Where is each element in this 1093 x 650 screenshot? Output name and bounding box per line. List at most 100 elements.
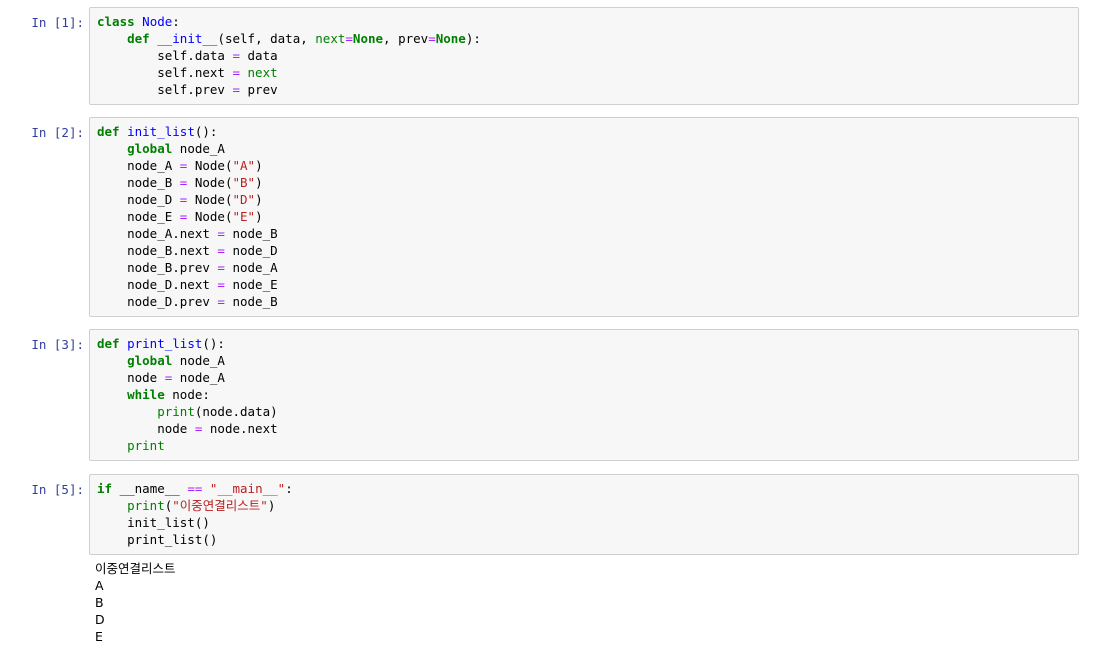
code-line: node_E = Node("E") xyxy=(97,208,1071,225)
code-line: def init_list(): xyxy=(97,123,1071,140)
code-token: node_E xyxy=(224,277,278,292)
code-token: Node xyxy=(142,14,173,29)
code-token: node_E xyxy=(97,209,180,224)
code-token: ) xyxy=(255,175,263,190)
code-token: = xyxy=(232,82,240,97)
code-token: : xyxy=(172,14,180,29)
code-editor[interactable]: if __name__ == "__main__": print("이중연결리스… xyxy=(89,474,1079,555)
code-token: = xyxy=(345,31,353,46)
code-line: def print_list(): xyxy=(97,335,1071,352)
code-token: next xyxy=(315,31,346,46)
code-token: node_A xyxy=(172,141,225,156)
code-token: node xyxy=(97,370,165,385)
code-token: Node( xyxy=(187,158,233,173)
input-prompt: In [3]: xyxy=(31,337,84,352)
input-prompt: In [1]: xyxy=(31,15,84,30)
code-token: Node( xyxy=(187,192,233,207)
code-line: node_B.next = node_D xyxy=(97,242,1071,259)
code-token: ) xyxy=(255,158,263,173)
code-line: node_B.prev = node_A xyxy=(97,259,1071,276)
code-token: node_D xyxy=(97,192,180,207)
code-token: node: xyxy=(164,387,210,402)
code-editor[interactable]: def init_list(): global node_A node_A = … xyxy=(89,117,1079,317)
code-line: print(node.data) xyxy=(97,403,1071,420)
code-token: = xyxy=(232,48,240,63)
input-prompt: In [2]: xyxy=(31,125,84,140)
code-token: "B" xyxy=(232,175,256,190)
code-line: node = node.next xyxy=(97,420,1071,437)
code-token: self.prev xyxy=(97,82,233,97)
code-line: init_list() xyxy=(97,514,1071,531)
code-token: = xyxy=(217,260,225,275)
code-line: print_list() xyxy=(97,531,1071,548)
code-token: node_B xyxy=(224,226,278,241)
code-line: global node_A xyxy=(97,140,1071,157)
code-token: node.next xyxy=(202,421,278,436)
code-token: init_list xyxy=(127,124,195,139)
code-token: node_D.prev xyxy=(97,294,218,309)
code-token: "D" xyxy=(232,192,256,207)
code-token: ): xyxy=(465,31,481,46)
code-token: node_B xyxy=(97,175,180,190)
code-token: print_list() xyxy=(97,532,218,547)
code-token: = xyxy=(232,65,240,80)
code-editor[interactable]: class Node: def __init__(self, data, nex… xyxy=(89,7,1079,105)
code-token: "E" xyxy=(232,209,256,224)
code-token: = xyxy=(428,31,436,46)
code-line: node = node_A xyxy=(97,369,1071,386)
code-token: class xyxy=(97,14,135,29)
code-token: = xyxy=(217,294,225,309)
code-token: __init__ xyxy=(157,31,218,46)
code-token: if xyxy=(97,481,113,496)
code-token: == xyxy=(187,481,203,496)
code-token: node_A.next xyxy=(97,226,218,241)
code-token: node xyxy=(97,421,195,436)
output-line: D xyxy=(95,612,105,627)
code-line: def __init__(self, data, next=None, prev… xyxy=(97,30,1071,47)
code-token: node_B xyxy=(224,294,278,309)
code-token: def xyxy=(127,31,150,46)
code-token: node_D.next xyxy=(97,277,218,292)
output-line: 이중연결리스트 xyxy=(95,561,176,576)
code-token: print xyxy=(127,438,165,453)
code-token: (self, data, xyxy=(217,31,316,46)
code-token: global xyxy=(127,141,173,156)
code-token: "이중연결리스트" xyxy=(172,498,268,513)
output-line: A xyxy=(95,578,104,593)
code-token: node_A xyxy=(172,370,225,385)
code-editor[interactable]: def print_list(): global node_A node = n… xyxy=(89,329,1079,461)
code-token: self.data xyxy=(97,48,233,63)
code-token: (node.data) xyxy=(194,404,278,419)
code-line: node_D.next = node_E xyxy=(97,276,1071,293)
code-line: print("이중연결리스트") xyxy=(97,497,1071,514)
code-token: data xyxy=(240,48,278,63)
code-token: ) xyxy=(267,498,276,513)
code-token: node_B.next xyxy=(97,243,218,258)
code-line: if __name__ == "__main__": xyxy=(97,480,1071,497)
input-prompt: In [5]: xyxy=(31,482,84,497)
code-token: print xyxy=(157,404,195,419)
code-token: def xyxy=(97,124,120,139)
code-token: __name__ xyxy=(112,481,188,496)
code-token: next xyxy=(247,65,278,80)
code-token: print_list xyxy=(127,336,203,351)
code-line: node_D.prev = node_B xyxy=(97,293,1071,310)
code-token: : xyxy=(285,481,293,496)
code-token: = xyxy=(217,243,225,258)
code-token: prev xyxy=(240,82,278,97)
code-token: (): xyxy=(202,336,225,351)
code-token: init_list() xyxy=(97,515,210,530)
code-line: while node: xyxy=(97,386,1071,403)
code-token: = xyxy=(217,226,225,241)
code-token: "A" xyxy=(232,158,256,173)
code-line: class Node: xyxy=(97,13,1071,30)
